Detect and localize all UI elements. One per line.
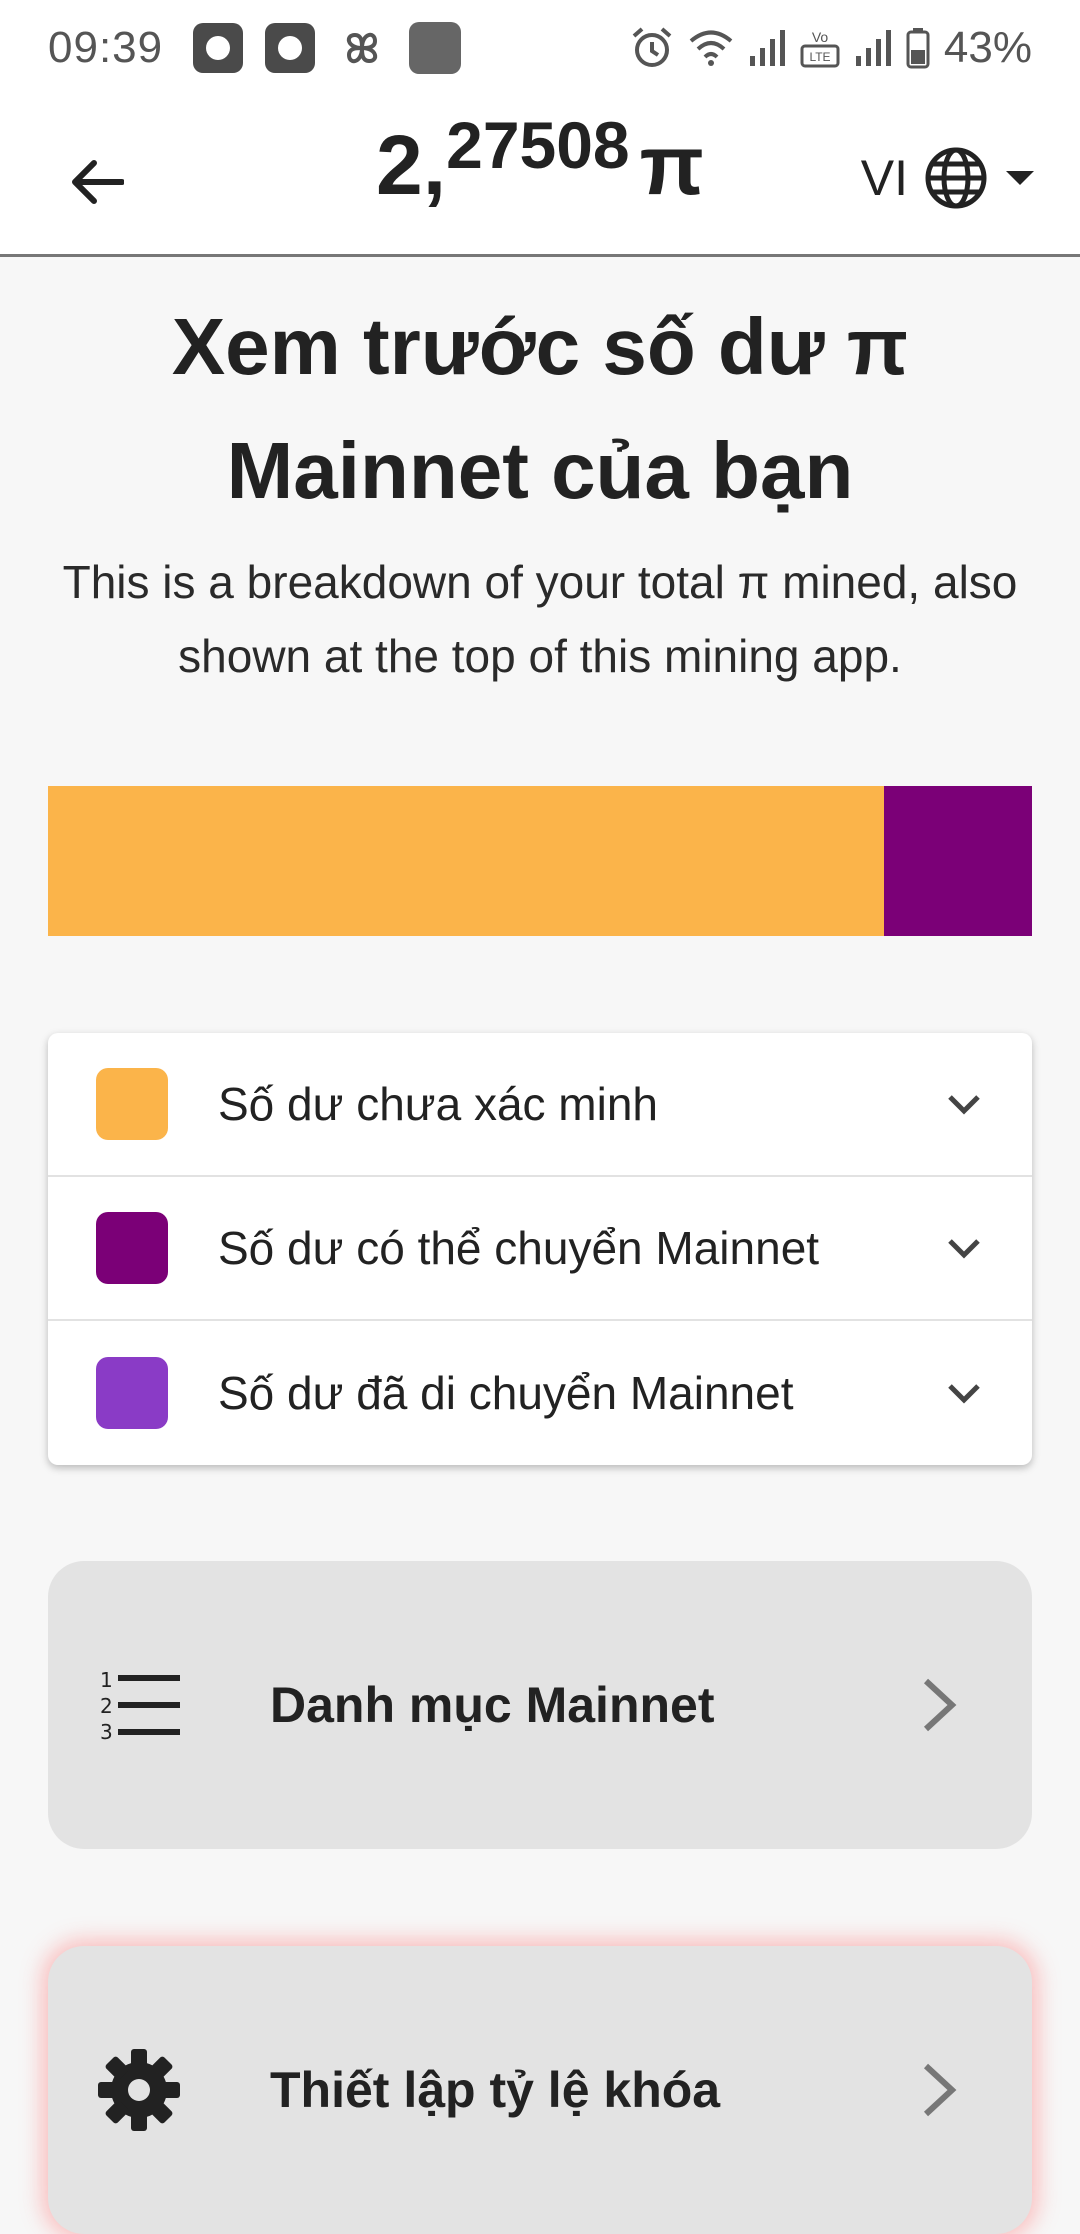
chevron-down-icon (948, 1095, 980, 1115)
signal-icon (749, 29, 785, 66)
gear-icon (94, 2045, 184, 2135)
app-notification-icon (265, 22, 316, 73)
svg-text:LTE: LTE (809, 50, 830, 64)
color-swatch (96, 1068, 168, 1140)
language-code: VI (860, 150, 908, 206)
globe-icon (925, 147, 987, 209)
pi-symbol: π (639, 118, 704, 212)
legend-item-migrated[interactable]: Số dư đã di chuyển Mainnet (48, 1321, 1032, 1465)
legend-label: Số dư có thể chuyển Mainnet (218, 1222, 820, 1274)
volte-icon: Vo LTE (800, 29, 840, 67)
balance-integer: 2, (376, 118, 447, 212)
legend-label: Số dư đã di chuyển Mainnet (218, 1367, 794, 1419)
mainnet-catalog-button[interactable]: 1 2 3 Danh mục Mainnet (48, 1561, 1032, 1849)
battery-icon (906, 27, 930, 68)
svg-text:2: 2 (100, 1694, 113, 1718)
status-time: 09:39 (48, 22, 164, 72)
legend-item-unverified[interactable]: Số dư chưa xác minh (48, 1033, 1032, 1177)
color-swatch (96, 1357, 168, 1429)
chevron-right-icon (923, 1678, 957, 1732)
page-subtitle: This is a breakdown of your total π mine… (62, 556, 1018, 682)
balance-decimal: 27508 (446, 108, 630, 182)
battery-percent: 43% (943, 22, 1032, 72)
bar-segment-transferable (884, 786, 1032, 936)
color-swatch (96, 1212, 168, 1284)
chevron-down-icon (948, 1384, 980, 1404)
bar-segment-unverified (48, 786, 884, 936)
dropdown-caret-icon (1006, 171, 1034, 185)
app-notification-icon (193, 22, 244, 73)
language-selector[interactable]: VI (861, 133, 1036, 223)
card-label: Thiết lập tỷ lệ khóa (270, 2062, 721, 2118)
wifi-icon (689, 30, 733, 66)
lockup-settings-button[interactable]: Thiết lập tỷ lệ khóa (48, 1946, 1032, 2234)
alarm-icon (632, 26, 672, 67)
chevron-down-icon (948, 1239, 980, 1259)
card-label: Danh mục Mainnet (270, 1677, 715, 1733)
numbered-list-icon: 1 2 3 (94, 1660, 184, 1750)
svg-text:3: 3 (100, 1720, 113, 1744)
legend-item-transferable[interactable]: Số dư có thể chuyển Mainnet (48, 1177, 1032, 1321)
balance-legend: Số dư chưa xác minh Số dư có thể chuyển … (48, 1033, 1032, 1465)
page-title: Xem trước số dư π Mainnet của bạn (171, 302, 909, 515)
legend-label: Số dư chưa xác minh (218, 1078, 659, 1130)
signal-icon (855, 29, 891, 66)
svg-text:Vo: Vo (812, 29, 829, 45)
app-notification-icon (409, 21, 462, 74)
chevron-right-icon (923, 2063, 957, 2117)
app-header: 2,27508 π VI (0, 95, 1080, 257)
pinwheel-icon (346, 32, 378, 63)
status-bar: 09:39 Vo LTE 43% (0, 0, 1080, 95)
svg-text:1: 1 (100, 1668, 113, 1692)
balance-breakdown-bar (48, 786, 1032, 936)
